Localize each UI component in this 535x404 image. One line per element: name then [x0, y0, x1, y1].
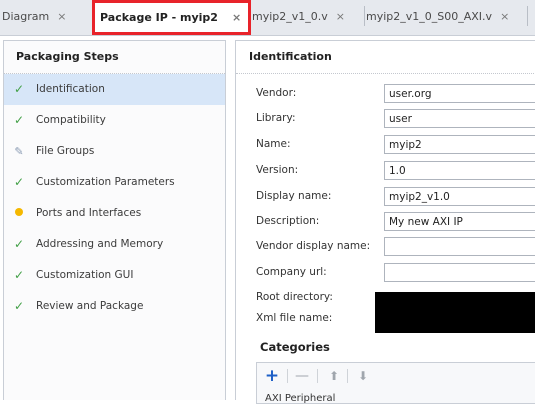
step-customization-gui[interactable]: ✓ Customization GUI	[4, 260, 225, 291]
categories-title: Categories	[260, 340, 330, 354]
redacted-paths	[375, 292, 535, 333]
editor-tab-bar: Diagram × Package IP - myip2 × myip2_v1_0.…	[0, 0, 535, 36]
vendor-display-name-field[interactable]	[384, 237, 535, 256]
version-label: Version:	[256, 164, 299, 176]
identification-panel: Identification Vendor: Library: Name: Ve…	[235, 40, 535, 404]
step-compatibility[interactable]: ✓ Compatibility	[4, 105, 225, 136]
close-icon[interactable]: ×	[232, 11, 241, 24]
step-label: Identification	[36, 83, 105, 95]
close-icon[interactable]: ×	[336, 10, 345, 23]
step-label: Addressing and Memory	[36, 238, 164, 250]
close-icon[interactable]: ×	[500, 10, 509, 23]
tab-label: Package IP - myip2	[100, 11, 218, 24]
move-down-icon[interactable]: ⬇	[354, 367, 372, 385]
tab-label: myip2_v1_0.v	[252, 10, 328, 23]
description-field[interactable]	[384, 212, 535, 231]
step-review-and-package[interactable]: ✓ Review and Package	[4, 291, 225, 322]
company-url-field[interactable]	[384, 263, 535, 282]
name-label: Name:	[256, 138, 291, 150]
check-icon: ✓	[13, 237, 25, 251]
remove-icon[interactable]: —	[293, 367, 311, 385]
library-label: Library:	[256, 112, 296, 124]
step-label: Ports and Interfaces	[36, 207, 142, 219]
check-icon: ✓	[13, 268, 25, 282]
version-field[interactable]	[384, 161, 535, 180]
name-field[interactable]	[384, 135, 535, 154]
check-icon: ✓	[13, 299, 25, 313]
description-label: Description:	[256, 215, 320, 227]
root-directory-label: Root directory:	[256, 291, 333, 303]
display-name-field[interactable]	[384, 187, 535, 206]
vendor-display-name-label: Vendor display name:	[256, 240, 371, 252]
library-field[interactable]	[384, 109, 535, 128]
tab-label: Diagram	[2, 10, 50, 23]
toolbar-divider	[347, 369, 348, 383]
identification-title: Identification	[236, 41, 535, 74]
step-label: Customization Parameters	[36, 176, 175, 188]
tab-myip2-v1-0-v[interactable]: myip2_v1_0.v ×	[252, 3, 345, 31]
step-label: File Groups	[36, 145, 95, 157]
add-icon[interactable]: +	[263, 367, 281, 385]
step-label: Customization GUI	[36, 269, 134, 281]
packaging-steps-panel: Packaging Steps ✓ Identification ✓ Compa…	[3, 40, 226, 400]
pencil-icon: ✎	[14, 145, 24, 158]
step-customization-parameters[interactable]: ✓ Customization Parameters	[4, 167, 225, 198]
check-icon: ✓	[13, 82, 25, 96]
check-icon: ✓	[13, 175, 25, 189]
step-label: Compatibility	[36, 114, 106, 126]
categories-box: + — ⬆ ⬇ AXI Peripheral	[256, 362, 535, 404]
step-addressing-and-memory[interactable]: ✓ Addressing and Memory	[4, 229, 225, 260]
toolbar-divider	[317, 369, 318, 383]
tab-divider	[364, 6, 365, 26]
xml-file-name-label: Xml file name:	[256, 312, 333, 324]
tab-package-ip[interactable]: Package IP - myip2 ×	[92, 0, 251, 35]
display-name-label: Display name:	[256, 190, 332, 202]
step-label: Review and Package	[36, 300, 144, 312]
step-file-groups[interactable]: ✎ File Groups	[4, 136, 225, 167]
move-up-icon[interactable]: ⬆	[325, 367, 343, 385]
step-identification[interactable]: ✓ Identification	[4, 74, 225, 105]
tab-diagram[interactable]: Diagram ×	[2, 3, 66, 31]
company-url-label: Company url:	[256, 266, 327, 278]
check-icon: ✓	[13, 113, 25, 127]
warning-dot-icon	[11, 198, 27, 229]
vendor-field[interactable]	[384, 84, 535, 103]
close-icon[interactable]: ×	[57, 10, 66, 23]
step-ports-and-interfaces[interactable]: Ports and Interfaces	[4, 198, 225, 229]
vendor-label: Vendor:	[256, 87, 297, 99]
packaging-steps-title: Packaging Steps	[4, 41, 225, 74]
tab-divider	[527, 6, 528, 26]
tab-label: myip2_v1_0_S00_AXI.v	[366, 10, 493, 23]
toolbar-divider	[287, 369, 288, 383]
tab-myip2-s00-axi-v[interactable]: myip2_v1_0_S00_AXI.v ×	[366, 3, 509, 31]
